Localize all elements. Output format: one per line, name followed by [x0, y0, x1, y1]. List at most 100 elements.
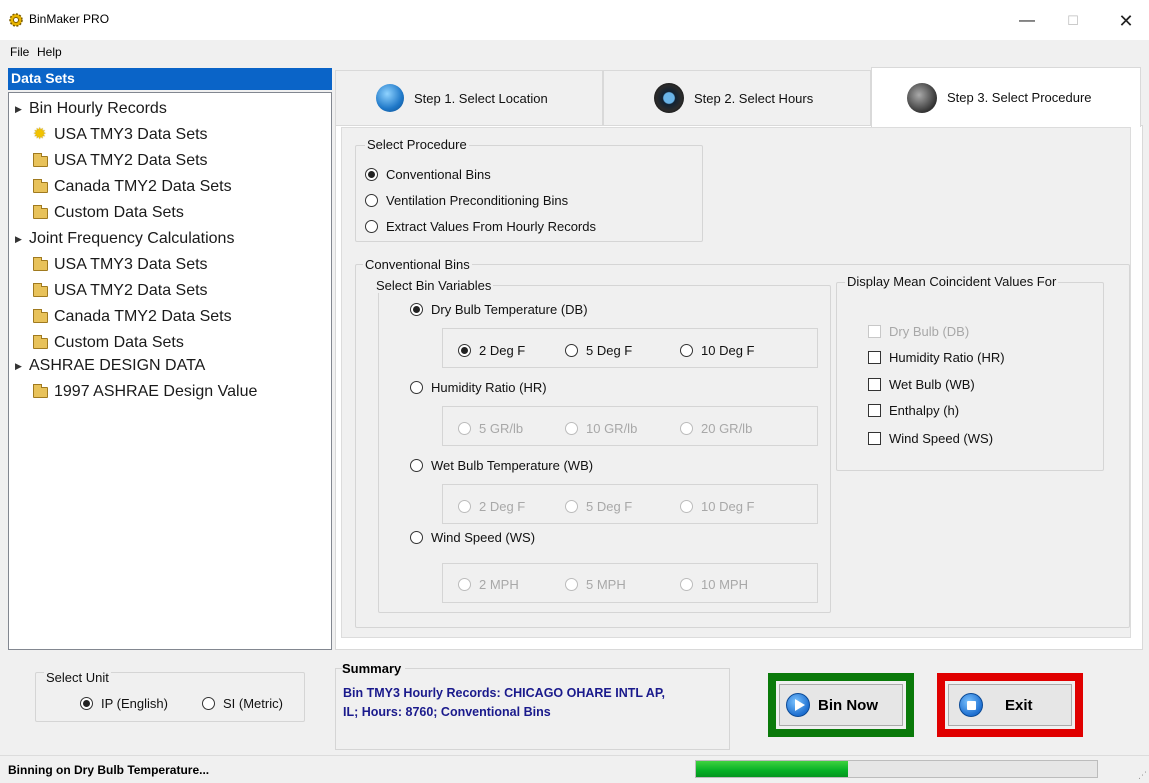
tree-node-label: Bin Hourly Records [29, 100, 167, 117]
radio-indicator[interactable] [680, 422, 693, 435]
coincident-enthalpy-checkbox[interactable]: Enthalpy (h) [868, 403, 959, 418]
checkbox-box[interactable] [868, 351, 881, 364]
coincident-dry-bulb-checkbox[interactable]: Dry Bulb (DB) [868, 324, 969, 339]
datasets-tree[interactable]: ▶ Bin Hourly Records ✹ USA TMY3 Data Sets … [8, 92, 332, 650]
tree-node-ashrae-1997[interactable]: 1997 ASHRAE Design Value [9, 380, 257, 404]
wrench-icon [907, 82, 937, 113]
dry-bulb-radio[interactable]: Dry Bulb Temperature (DB) [410, 302, 588, 317]
tree-node-label: USA TMY2 Data Sets [54, 282, 208, 299]
tree-node-joint-frequency[interactable]: ▶ Joint Frequency Calculations [9, 227, 234, 251]
select-procedure-title: Select Procedure [365, 137, 469, 152]
checkbox-label: Enthalpy (h) [889, 403, 960, 418]
radio-indicator[interactable] [680, 500, 693, 513]
checkbox-label: Wet Bulb (WB) [889, 377, 975, 392]
radio-indicator[interactable] [458, 344, 471, 357]
ws-10mph-radio[interactable]: 10 MPH [680, 577, 748, 592]
radio-indicator[interactable] [680, 578, 693, 591]
radio-label: Extract Values From Hourly Records [386, 219, 596, 234]
checkbox-box[interactable] [868, 432, 881, 445]
radio-indicator[interactable] [410, 381, 423, 394]
tree-node-usa-tmy3-joint[interactable]: USA TMY3 Data Sets [9, 253, 208, 277]
unit-ip-radio[interactable]: IP (English) [80, 696, 168, 711]
radio-indicator[interactable] [565, 500, 578, 513]
procedure-ventilation-radio[interactable]: Ventilation Preconditioning Bins [365, 193, 568, 208]
bin-now-button[interactable]: Bin Now [779, 684, 903, 726]
radio-indicator[interactable] [565, 578, 578, 591]
tab-select-procedure[interactable]: Step 3. Select Procedure [871, 67, 1141, 127]
bin-variables-title: Select Bin Variables [374, 278, 494, 293]
tab-select-location[interactable]: Step 1. Select Location [335, 70, 603, 125]
hr-5grlb-radio[interactable]: 5 GR/lb [458, 421, 523, 436]
tree-node-canada-tmy2-joint[interactable]: Canada TMY2 Data Sets [9, 305, 232, 329]
radio-label: Wet Bulb Temperature (WB) [431, 458, 594, 473]
folder-icon [33, 282, 48, 297]
checkbox-box[interactable] [868, 378, 881, 391]
wb-2degf-radio[interactable]: 2 Deg F [458, 499, 525, 514]
db-2degf-radio[interactable]: 2 Deg F [458, 343, 525, 358]
summary-text: Bin TMY3 Hourly Records: CHICAGO OHARE I… [343, 684, 723, 722]
radio-indicator[interactable] [365, 194, 378, 207]
tree-node-bin-hourly-records[interactable]: ▶ Bin Hourly Records [9, 97, 167, 121]
coincident-humidity-checkbox[interactable]: Humidity Ratio (HR) [868, 350, 1005, 365]
wet-bulb-radio[interactable]: Wet Bulb Temperature (WB) [410, 458, 593, 473]
radio-indicator[interactable] [565, 344, 578, 357]
db-10degf-radio[interactable]: 10 Deg F [680, 343, 754, 358]
tree-node-ashrae-design[interactable]: ▶ ASHRAE DESIGN DATA [9, 354, 205, 378]
expand-arrow-icon[interactable]: ▶ [15, 361, 29, 372]
tree-node-custom-joint[interactable]: Custom Data Sets [9, 331, 184, 355]
checkbox-box[interactable] [868, 325, 881, 338]
radio-label: 2 Deg F [479, 499, 526, 514]
radio-label: Wind Speed (WS) [431, 530, 536, 545]
ws-2mph-radio[interactable]: 2 MPH [458, 577, 519, 592]
radio-indicator[interactable] [365, 220, 378, 233]
radio-indicator[interactable] [410, 459, 423, 472]
radio-indicator[interactable] [458, 500, 471, 513]
wb-5degf-radio[interactable]: 5 Deg F [565, 499, 632, 514]
expand-arrow-icon[interactable]: ▶ [15, 104, 29, 115]
coincident-wind-speed-checkbox[interactable]: Wind Speed (WS) [868, 431, 993, 446]
tree-node-usa-tmy2-bin[interactable]: USA TMY2 Data Sets [9, 149, 208, 173]
radio-indicator[interactable] [410, 303, 423, 316]
close-button[interactable]: ✕ [1103, 6, 1149, 36]
radio-indicator[interactable] [365, 168, 378, 181]
maximize-button[interactable]: ☐ [1050, 6, 1096, 36]
folder-icon [33, 152, 48, 167]
tree-node-label: Canada TMY2 Data Sets [54, 178, 232, 195]
resize-grip-icon[interactable]: ⋰ [1138, 770, 1147, 781]
menu-help[interactable]: Help [37, 45, 62, 59]
checkbox-box[interactable] [868, 404, 881, 417]
hr-10grlb-radio[interactable]: 10 GR/lb [565, 421, 637, 436]
procedure-extract-radio[interactable]: Extract Values From Hourly Records [365, 219, 596, 234]
tree-node-label: Custom Data Sets [54, 334, 184, 351]
tree-node-usa-tmy3-bin[interactable]: ✹ USA TMY3 Data Sets [9, 123, 208, 147]
expand-arrow-icon[interactable]: ▶ [15, 234, 29, 245]
radio-label: 10 MPH [701, 577, 748, 592]
tree-node-canada-tmy2-bin[interactable]: Canada TMY2 Data Sets [9, 175, 232, 199]
radio-indicator[interactable] [680, 344, 693, 357]
tree-node-usa-tmy2-joint[interactable]: USA TMY2 Data Sets [9, 279, 208, 303]
tab-select-hours[interactable]: Step 2. Select Hours [603, 70, 871, 125]
exit-button[interactable]: Exit [948, 684, 1072, 726]
radio-indicator[interactable] [80, 697, 93, 710]
unit-si-radio[interactable]: SI (Metric) [202, 696, 283, 711]
humidity-ratio-radio[interactable]: Humidity Ratio (HR) [410, 380, 547, 395]
menu-file[interactable]: File [10, 45, 29, 59]
tree-node-custom-bin[interactable]: Custom Data Sets [9, 201, 184, 225]
radio-label: 10 GR/lb [586, 421, 638, 436]
wind-speed-radio[interactable]: Wind Speed (WS) [410, 530, 535, 545]
hr-20grlb-radio[interactable]: 20 GR/lb [680, 421, 752, 436]
radio-indicator[interactable] [458, 578, 471, 591]
radio-indicator[interactable] [410, 531, 423, 544]
coincident-wet-bulb-checkbox[interactable]: Wet Bulb (WB) [868, 377, 975, 392]
radio-indicator[interactable] [565, 422, 578, 435]
radio-indicator[interactable] [458, 422, 471, 435]
minimize-button[interactable]: — [1004, 6, 1050, 36]
play-icon [786, 693, 810, 717]
ws-5mph-radio[interactable]: 5 MPH [565, 577, 626, 592]
db-5degf-radio[interactable]: 5 Deg F [565, 343, 632, 358]
radio-indicator[interactable] [202, 697, 215, 710]
bin-now-label: Bin Now [818, 696, 878, 714]
tab-label: Step 1. Select Location [414, 90, 548, 106]
procedure-conventional-radio[interactable]: Conventional Bins [365, 167, 491, 182]
wb-10degf-radio[interactable]: 10 Deg F [680, 499, 754, 514]
